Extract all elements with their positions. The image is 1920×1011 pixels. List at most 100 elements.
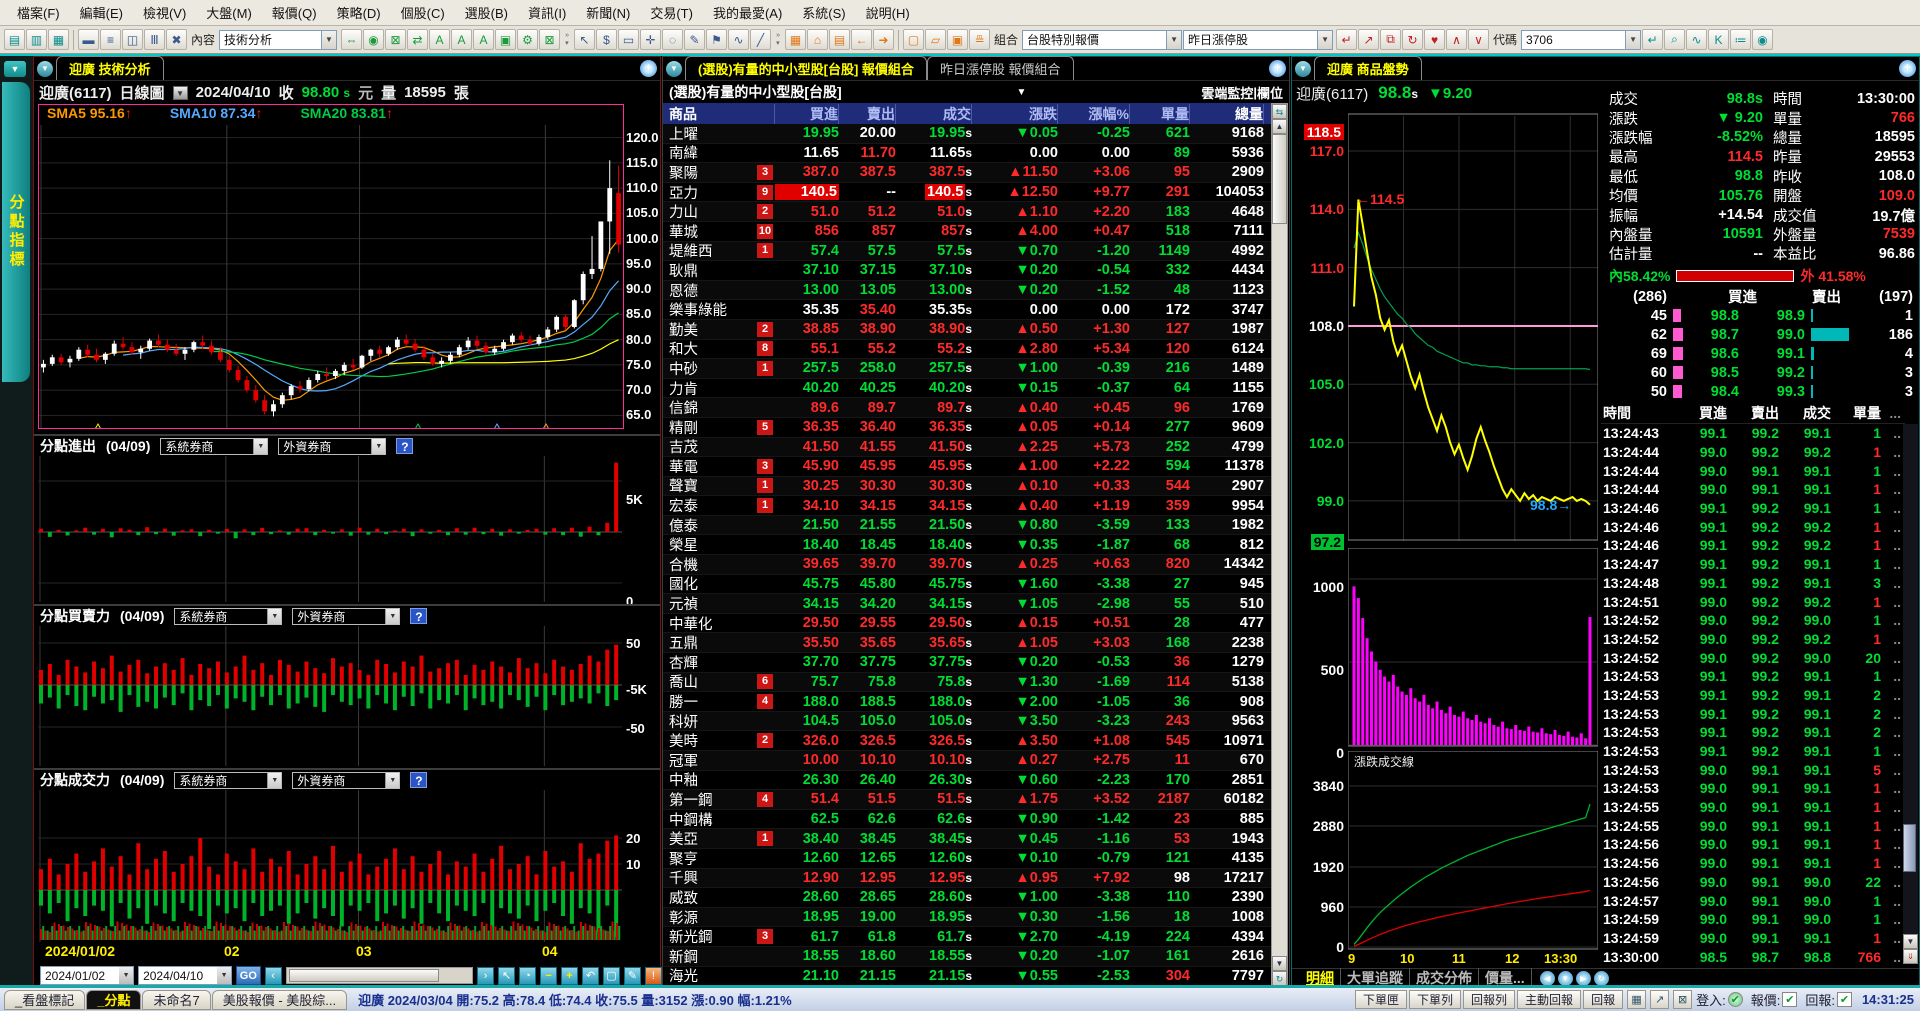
list-icon[interactable]: ≔: [1730, 29, 1751, 50]
period-dropdown[interactable]: ▼: [173, 86, 188, 100]
scrollbar-thumb[interactable]: [1272, 134, 1287, 224]
time-sales-row[interactable]: 13:24:47 99.1 99.2 99.1 1 ..: [1601, 555, 1905, 574]
refresh-icon[interactable]: ↻: [1272, 971, 1287, 986]
camera-icon[interactable]: ◉: [1752, 29, 1773, 50]
print-icon[interactable]: ≞: [969, 29, 990, 50]
panel-menu-icon[interactable]: ▼: [666, 61, 682, 77]
chevron-up-icon[interactable]: ∧: [1446, 29, 1467, 50]
table-row[interactable]: 合機 39.65 39.70 39.70s ▲0.25 +0.63 820 14…: [663, 555, 1273, 575]
clipboard-icon[interactable]: ▦: [48, 29, 69, 50]
table-row[interactable]: 華電3 45.90 45.95 45.95s ▲1.00 +2.22 594 1…: [663, 457, 1273, 477]
time-sales-row[interactable]: 13:24:59 99.0 99.1 99.0 1 ..: [1601, 910, 1905, 929]
status-check-icon[interactable]: ✔: [1782, 992, 1797, 1007]
time-sales-row[interactable]: 13:24:52 99.0 99.2 99.0 20 ..: [1601, 648, 1905, 667]
status-check-icon[interactable]: ✔: [1728, 992, 1743, 1007]
depth-row[interactable]: 69 98.6 99.1 4: [1609, 344, 1919, 363]
table-row[interactable]: 耿鼎 37.10 37.15 37.10s ▼0.20 -0.54 332 44…: [663, 261, 1273, 281]
order-grid-icon[interactable]: ▦: [1627, 990, 1646, 1009]
columns-link[interactable]: 欄位: [1257, 83, 1283, 102]
split-rows-icon[interactable]: ≡: [100, 29, 121, 50]
date-from-combo[interactable]: 2024/01/02▼: [40, 966, 134, 985]
foreign-broker-combo[interactable]: 外資券商▼: [292, 772, 400, 789]
table-row[interactable]: 中鋼構 62.5 62.6 62.6s ▼0.90 -1.42 23 885: [663, 810, 1273, 830]
scroll-down-icon[interactable]: ▼: [1272, 956, 1287, 971]
go-button[interactable]: GO: [236, 966, 260, 985]
tab-quote-group-limitup[interactable]: 昨日漲停股 報價組合: [927, 56, 1074, 80]
toolbar-overflow-2[interactable]: »▾: [772, 29, 784, 50]
chevron-down-icon[interactable]: ∨: [1468, 29, 1489, 50]
table-row[interactable]: 恩德 13.00 13.05 13.00s ▼0.20 -1.52 48 112…: [663, 281, 1273, 301]
time-sales-row[interactable]: 13:24:56 99.0 99.1 99.1 1 ..: [1601, 854, 1905, 873]
table-row[interactable]: 南緯 11.65 11.70 11.65s 0.00 0.00 89 5936: [663, 144, 1273, 164]
split-horizontal-icon[interactable]: ▬: [78, 29, 99, 50]
time-sales-row[interactable]: 13:24:53 99.0 99.1 99.1 5 ..: [1601, 760, 1905, 779]
close-content-icon[interactable]: ✖: [166, 29, 187, 50]
save-icon[interactable]: ▣: [947, 29, 968, 50]
panel-menu-icon[interactable]: ▼: [37, 61, 53, 77]
table-row[interactable]: 新鋼 18.55 18.60 18.55s ▼0.20 -1.07 161 26…: [663, 947, 1273, 967]
zoom-in-icon[interactable]: +: [640, 60, 657, 77]
note-tool-icon[interactable]: ✎: [684, 29, 705, 50]
table-row[interactable]: 五鼎 35.50 35.65 35.65s ▲1.05 +3.03 168 22…: [663, 633, 1273, 653]
permission-lock-icon[interactable]: ⊠: [539, 29, 560, 50]
chevron-down-icon[interactable]: ▼: [1166, 31, 1181, 49]
table-row[interactable]: 上曜 19.95 20.00 19.95s ▼0.05 -0.25 621 91…: [663, 124, 1273, 144]
table-row[interactable]: 喬山6 75.7 75.8 75.8s ▼1.30 -1.69 114 5138: [663, 673, 1273, 693]
workspace-tab[interactable]: 未命名7: [142, 990, 210, 1010]
table-row[interactable]: 中釉 26.30 26.40 26.30s ▼0.60 -2.23 170 28…: [663, 771, 1273, 791]
trendline-icon[interactable]: ∿: [728, 29, 749, 50]
scrollbar-thumb[interactable]: [1903, 824, 1916, 872]
chart-hscrollbar[interactable]: [286, 967, 474, 984]
lock-icon[interactable]: ⊠: [1673, 990, 1692, 1009]
scroll-down-icon[interactable]: ▼: [1903, 934, 1918, 949]
table-row[interactable]: 億泰 21.50 21.55 21.50s ▼0.80 -3.59 133 19…: [663, 516, 1273, 536]
table-row[interactable]: 冠軍 10.00 10.10 10.10s ▲0.27 +2.75 11 670: [663, 751, 1273, 771]
time-sales-row[interactable]: 13:24:48 99.1 99.2 99.1 3 ..: [1601, 574, 1905, 593]
scroll-up-icon[interactable]: ▲: [1272, 119, 1287, 134]
menu-item[interactable]: 資訊(I): [519, 0, 575, 25]
table-row[interactable]: 杏輝 37.70 37.75 37.75s ▼0.20 -0.53 36 127…: [663, 653, 1273, 673]
table-row[interactable]: 榮星 18.40 18.45 18.40s ▼0.35 -1.87 68 812: [663, 535, 1273, 555]
menu-item[interactable]: 大盤(M): [197, 0, 261, 25]
table-row[interactable]: 國化 45.75 45.80 45.75s ▼1.60 -3.38 27 945: [663, 575, 1273, 595]
tab-quote-group-active[interactable]: (選股)有量的中小型股[台股] 報價組合: [685, 56, 927, 80]
table-row[interactable]: 勤美2 38.85 38.90 38.90s ▲0.50 +1.30 127 1…: [663, 320, 1273, 340]
alert-bell-icon[interactable]: !: [645, 967, 662, 985]
menu-item[interactable]: 我的最愛(A): [704, 0, 791, 25]
depth-row[interactable]: 50 98.4 99.3 3: [1609, 382, 1919, 401]
zoom-in-icon[interactable]: +: [1899, 60, 1916, 77]
table-row[interactable]: 元禎 34.15 34.20 34.15s ▼1.05 -2.98 55 510: [663, 594, 1273, 614]
time-sales-row[interactable]: 13:30:00 98.5 98.7 98.8 766 ..: [1601, 947, 1905, 966]
settings-gear-icon[interactable]: ⚙: [517, 29, 538, 50]
time-sales-row[interactable]: 13:24:44 99.0 99.2 99.2 1 ..: [1601, 443, 1905, 462]
status-check-icon[interactable]: ✔: [1837, 992, 1852, 1007]
depth-row[interactable]: 45 98.8 98.9 1: [1609, 306, 1919, 325]
font-increase-icon[interactable]: A: [429, 29, 450, 50]
broker-combo[interactable]: 系統券商▼: [174, 772, 282, 789]
chevron-down-icon[interactable]: ▼: [1017, 87, 1027, 98]
tab-refresh-icon[interactable]: ↻: [1594, 971, 1609, 986]
time-sales-row[interactable]: 13:24:53 99.1 99.2 99.1 1 ..: [1601, 667, 1905, 686]
prev-tab-icon[interactable]: ◀: [1540, 971, 1555, 986]
table-header[interactable]: 商品 買進 賣出 成交 漲跌 漲幅% 單量 總量: [663, 103, 1273, 124]
popout-icon[interactable]: ↗: [1650, 990, 1669, 1009]
table-row[interactable]: 威致 28.60 28.65 28.60s ▼1.00 -3.38 110 23…: [663, 888, 1273, 908]
workspace-tab[interactable]: _分點: [86, 990, 141, 1010]
table-row[interactable]: 科妍 104.5 105.0 105.0s ▼3.50 -3.23 243 95…: [663, 712, 1273, 732]
time-sales-row[interactable]: 13:24:53 99.1 99.2 99.1 2 ..: [1601, 723, 1905, 742]
time-sales-row[interactable]: 13:24:51 99.0 99.2 99.2 1 ..: [1601, 592, 1905, 611]
stock-code-combo[interactable]: 3706▼: [1521, 30, 1641, 50]
menu-item[interactable]: 系統(S): [793, 0, 854, 25]
table-row[interactable]: 美亞1 38.40 38.45 38.45s ▼0.45 -1.16 53 19…: [663, 829, 1273, 849]
menu-item[interactable]: 說明(H): [857, 0, 919, 25]
eraser-icon[interactable]: ◌: [662, 29, 683, 50]
order-panel-button[interactable]: 主動回報: [1517, 990, 1581, 1009]
next-tab-icon[interactable]: ▶: [1576, 971, 1591, 986]
time-sales-row[interactable]: 13:24:46 99.1 99.2 99.1 1 ..: [1601, 499, 1905, 518]
menu-item[interactable]: 檢視(V): [134, 0, 195, 25]
table-row[interactable]: 和大8 55.1 55.2 55.2s ▲2.80 +5.34 120 6124: [663, 340, 1273, 360]
chevron-down-icon[interactable]: ▼: [1625, 31, 1640, 49]
pointer-tool-icon[interactable]: ↖: [498, 967, 515, 985]
content-combo[interactable]: 技術分析▼: [219, 30, 337, 50]
cursor-tool-icon[interactable]: ↖: [574, 29, 595, 50]
